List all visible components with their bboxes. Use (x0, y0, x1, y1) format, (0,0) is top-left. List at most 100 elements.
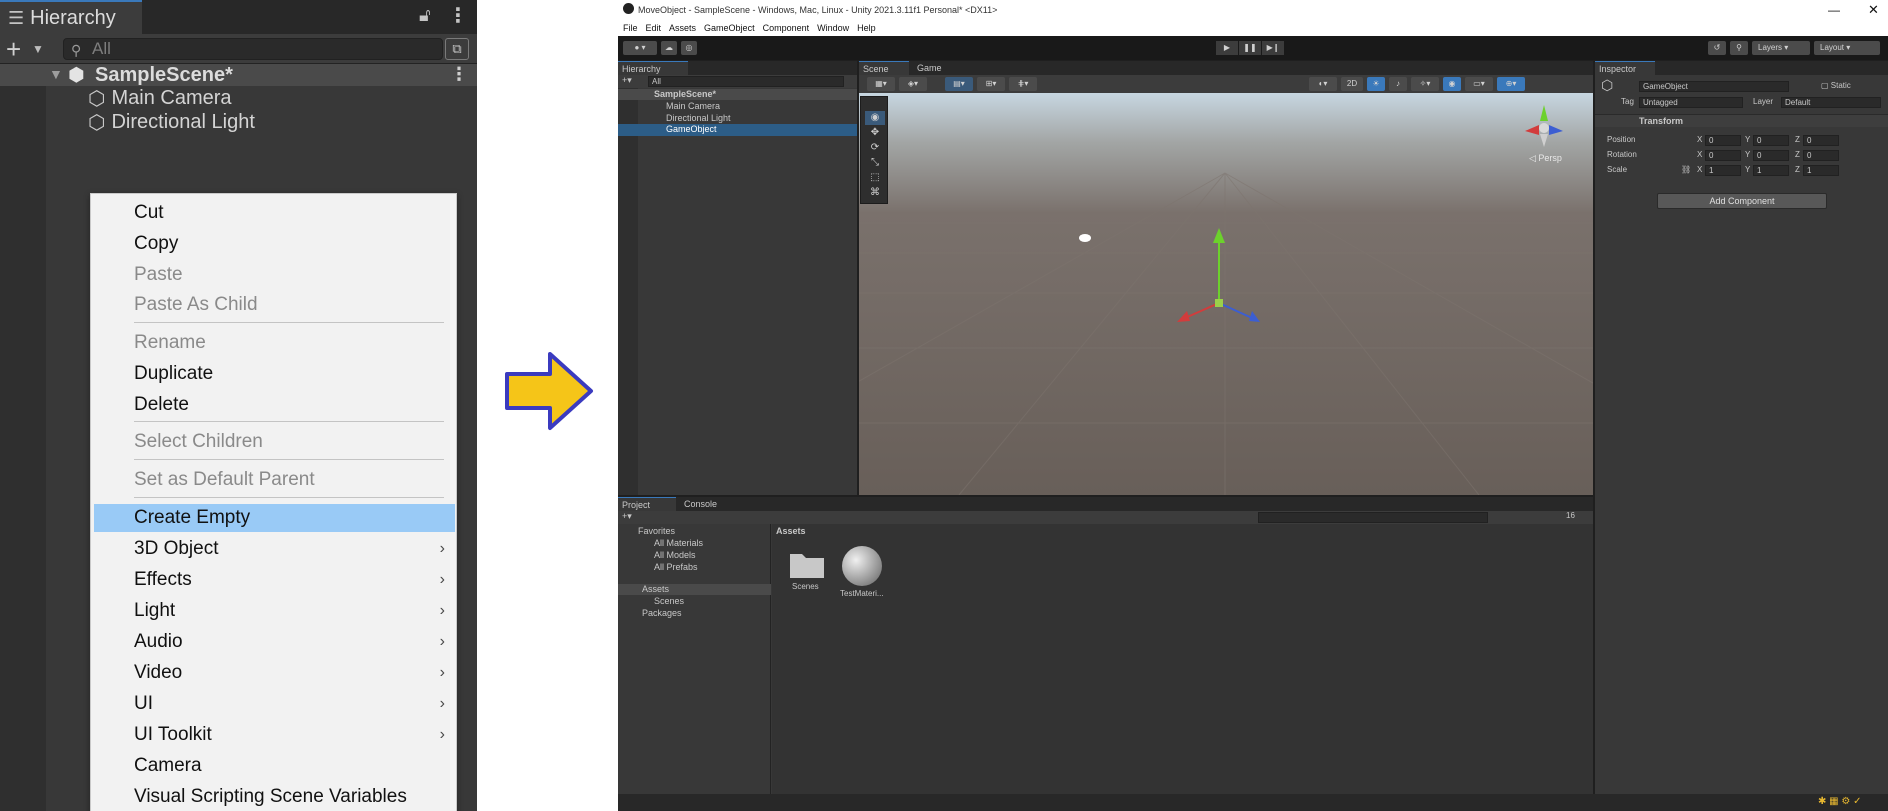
tab-scene[interactable]: Scene (859, 61, 909, 75)
history-icon[interactable]: ↺ (1708, 41, 1726, 55)
orientation-gizmo-icon[interactable] (1519, 101, 1569, 151)
scene-row[interactable]: ▼ ⬢ SampleScene* ⋮ (0, 64, 477, 86)
rotation-y-field[interactable]: 0 (1753, 150, 1789, 161)
favorite-all-prefabs[interactable]: All Prefabs (654, 562, 698, 572)
menu-item-effects[interactable]: Effects › (91, 566, 456, 594)
menu-window[interactable]: Window (817, 20, 849, 36)
menu-item-visual-scripting-scene-variables[interactable]: Visual Scripting Scene Variables (91, 783, 456, 811)
tab-game[interactable]: Game (913, 61, 958, 75)
position-y-field[interactable]: 0 (1753, 135, 1789, 146)
menu-item-light[interactable]: Light › (91, 597, 456, 625)
transform-gizmo[interactable] (1159, 223, 1279, 333)
menu-item-camera[interactable]: Camera (91, 752, 456, 780)
scale-tool-icon[interactable]: ⤡ (865, 156, 885, 170)
shading-dropdown[interactable]: ◈▾ (899, 77, 927, 91)
material-sphere-icon[interactable] (842, 546, 882, 586)
menu-item-duplicate[interactable]: Duplicate (91, 360, 456, 388)
layer-dropdown[interactable]: Default (1781, 97, 1881, 108)
rect-tool-icon[interactable]: ⬚ (865, 171, 885, 185)
orientation-dropdown[interactable]: ◐▾ (1309, 77, 1337, 91)
tag-dropdown[interactable]: Untagged (1639, 97, 1743, 108)
menu-item-3d-object[interactable]: 3D Object › (91, 535, 456, 563)
increment-snap[interactable]: ⋕▾ (1009, 77, 1037, 91)
directional-light-icon[interactable] (1077, 231, 1093, 243)
menu-assets[interactable]: Assets (669, 20, 696, 36)
cloud-icon[interactable]: ☁ (661, 41, 677, 55)
menu-item-delete[interactable]: Delete (91, 391, 456, 419)
menu-item-copy[interactable]: Copy (91, 230, 456, 258)
hierarchy-item-directional-light[interactable]: Directional Light (666, 113, 731, 123)
persp-label[interactable]: ◁ Persp (1529, 153, 1562, 164)
position-x-field[interactable]: 0 (1705, 135, 1741, 146)
hierarchy-search-input[interactable]: All (648, 76, 844, 87)
scene-kebab-icon[interactable]: ⋮ (450, 64, 468, 85)
link-icon[interactable]: ⛓ (1681, 165, 1691, 174)
scale-z-field[interactable]: 1 (1803, 165, 1839, 176)
tab-hierarchy[interactable]: Hierarchy (618, 61, 688, 75)
search-options-icon[interactable]: ⧉ (445, 38, 469, 60)
menu-item-paste[interactable]: Paste (91, 261, 456, 289)
project-search-input[interactable] (1258, 512, 1488, 523)
toggle-2d-button[interactable]: 2D (1341, 77, 1363, 91)
move-tool-icon[interactable]: ✥ (865, 126, 885, 140)
tab-hierarchy[interactable]: ☰ Hierarchy (0, 0, 142, 34)
search-icon[interactable]: ⚲ (1730, 41, 1748, 55)
visibility-toggle-icon[interactable]: ◉ (1443, 77, 1461, 91)
view-tool-icon[interactable]: ◉ (865, 111, 885, 125)
kebab-menu-icon[interactable]: ⋮ (448, 3, 468, 28)
menu-item-create-empty[interactable]: Create Empty (94, 504, 455, 532)
chevron-down-icon[interactable]: ▼ (32, 42, 44, 56)
tab-console[interactable]: Console (680, 497, 738, 511)
lighting-toggle-icon[interactable]: ☀ (1367, 77, 1385, 91)
scale-x-field[interactable]: 1 (1705, 165, 1741, 176)
favorite-all-materials[interactable]: All Materials (654, 538, 703, 548)
transform-header[interactable]: Transform (1595, 114, 1888, 127)
add-icon[interactable]: +▾ (622, 75, 632, 86)
grid-toggle[interactable]: ▤▾ (945, 77, 973, 91)
add-component-button[interactable]: Add Component (1657, 193, 1827, 209)
pause-button[interactable]: ❚❚ (1239, 41, 1261, 55)
hierarchy-item-directional-light[interactable]: ⬡ Directional Light (88, 110, 255, 134)
step-button[interactable]: ▶❙ (1262, 41, 1284, 55)
search-input[interactable]: ⚲ All (63, 38, 443, 60)
hierarchy-item-gameobject[interactable]: GameObject (618, 124, 857, 136)
menu-item-cut[interactable]: Cut (91, 199, 456, 227)
tab-inspector[interactable]: Inspector (1595, 61, 1655, 75)
assets-folder-row[interactable]: Assets (618, 584, 771, 595)
add-icon[interactable]: +▾ (622, 511, 632, 522)
hierarchy-item-main-camera[interactable]: ⬡ Main Camera (88, 86, 232, 110)
position-z-field[interactable]: 0 (1803, 135, 1839, 146)
camera-dropdown[interactable]: ▭▾ (1465, 77, 1493, 91)
menu-item-select-children[interactable]: Select Children (91, 428, 456, 456)
static-toggle[interactable]: ▢ Static (1821, 81, 1851, 90)
menu-item-audio[interactable]: Audio › (91, 628, 456, 656)
snap-toggle[interactable]: ⊞▾ (977, 77, 1005, 91)
folder-scenes[interactable]: Scenes (654, 596, 684, 606)
rotate-tool-icon[interactable]: ⟳ (865, 141, 885, 155)
draw-mode-dropdown[interactable]: ▦▾ (867, 77, 895, 91)
tab-project[interactable]: Project (618, 497, 676, 511)
collab-icon[interactable]: ◎ (681, 41, 697, 55)
layers-dropdown[interactable]: Layers ▾ (1752, 41, 1810, 55)
audio-toggle-icon[interactable]: ♪ (1389, 77, 1407, 91)
gizmos-dropdown[interactable]: ⊕▾ (1497, 77, 1525, 91)
menu-item-ui[interactable]: UI › (91, 690, 456, 718)
play-button[interactable]: ▶ (1216, 41, 1238, 55)
favorite-all-models[interactable]: All Models (654, 550, 696, 560)
menu-item-paste-as-child[interactable]: Paste As Child (91, 291, 456, 319)
lock-icon[interactable]: 🔓︎ (419, 5, 431, 26)
menu-item-set-default-parent[interactable]: Set as Default Parent (91, 466, 456, 494)
hierarchy-item-main-camera[interactable]: Main Camera (666, 101, 720, 111)
folder-icon[interactable] (788, 548, 826, 580)
close-icon[interactable]: ✕ (1868, 0, 1882, 20)
scene-row[interactable]: SampleScene* (618, 89, 857, 100)
rotation-x-field[interactable]: 0 (1705, 150, 1741, 161)
object-name-input[interactable]: GameObject (1639, 81, 1789, 92)
effects-dropdown[interactable]: ✧▾ (1411, 77, 1439, 91)
packages-label[interactable]: Packages (642, 608, 682, 618)
layout-dropdown[interactable]: Layout ▾ (1814, 41, 1880, 55)
menu-edit[interactable]: Edit (646, 20, 662, 36)
menu-file[interactable]: File (623, 20, 638, 36)
favorites-label[interactable]: Favorites (638, 526, 675, 536)
menu-component[interactable]: Component (763, 20, 810, 36)
